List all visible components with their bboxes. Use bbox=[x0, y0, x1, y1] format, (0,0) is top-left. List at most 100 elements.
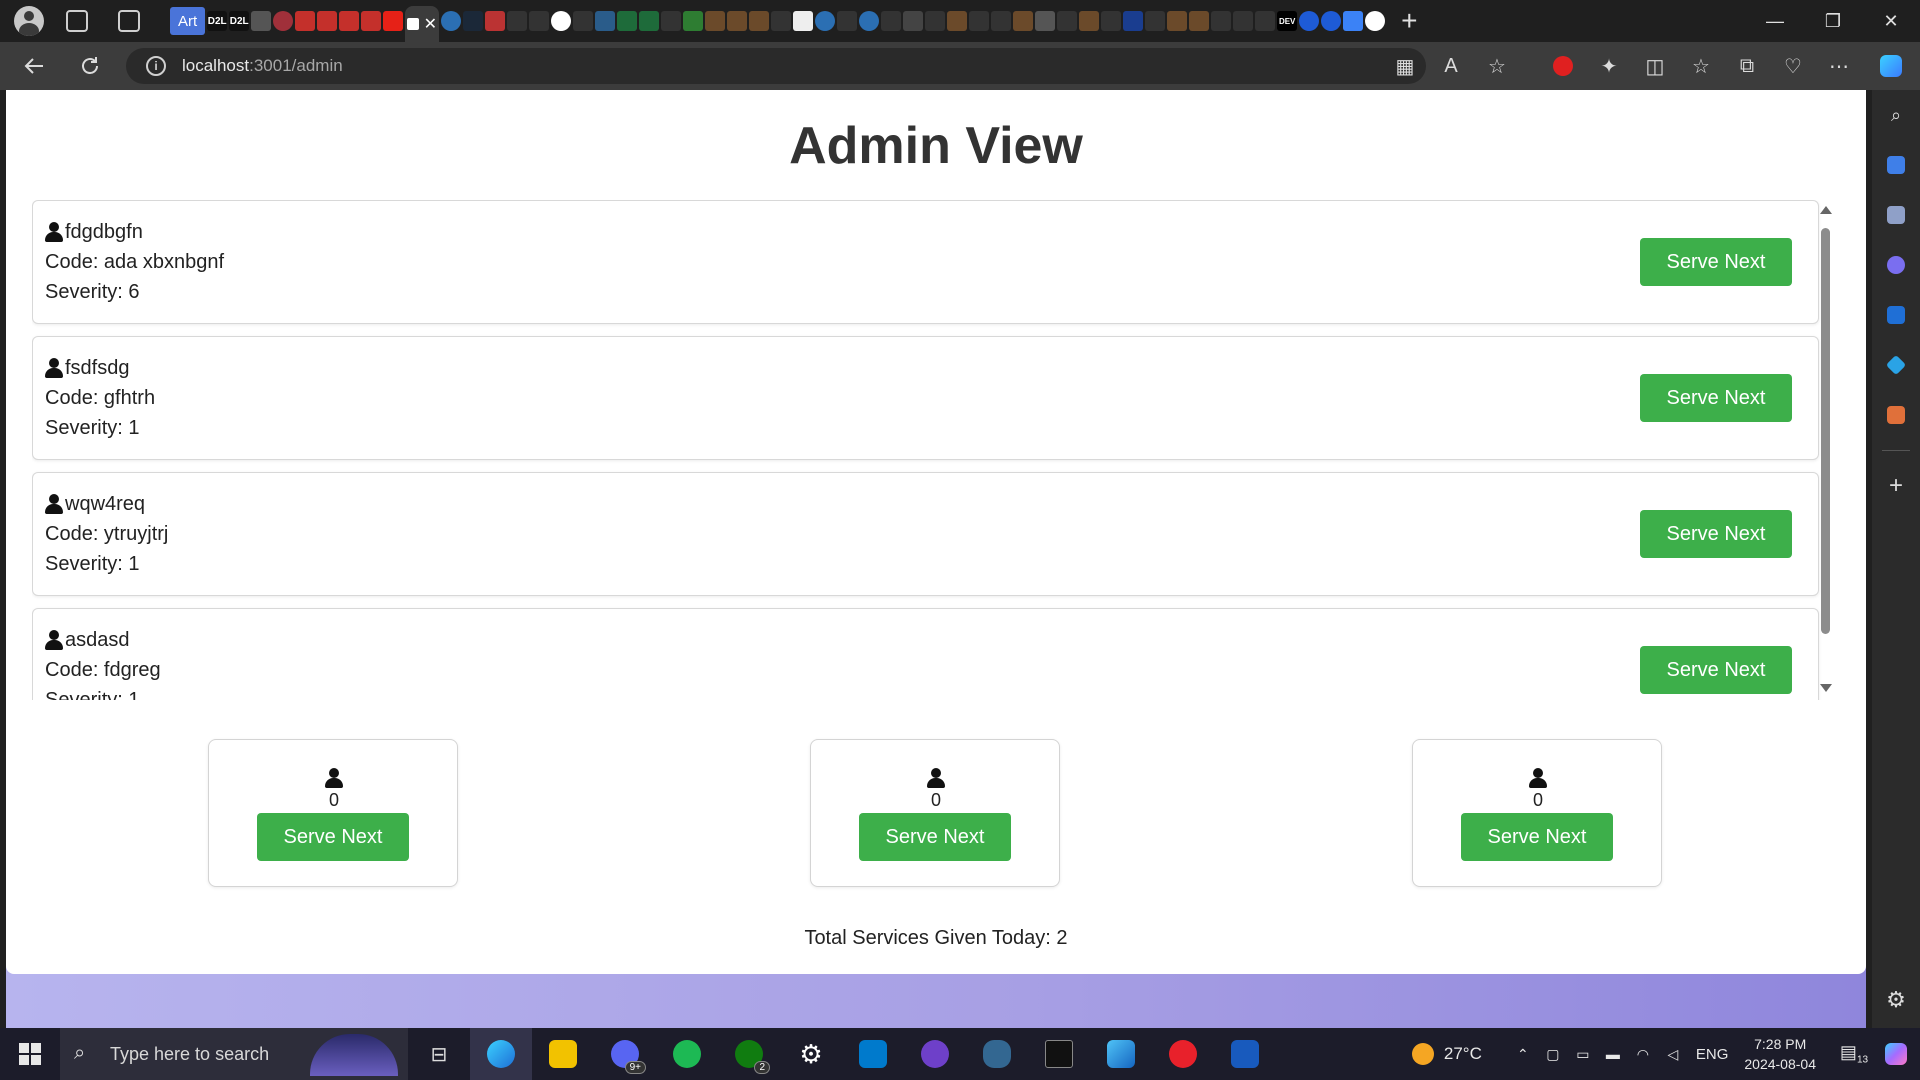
settings-more-icon[interactable]: ⋯ bbox=[1816, 42, 1862, 90]
favorites-icon[interactable]: ☆ bbox=[1678, 42, 1724, 90]
meet-now-icon[interactable]: ▢ bbox=[1538, 1046, 1568, 1063]
taskbar-settings[interactable]: ⚙ bbox=[780, 1028, 842, 1080]
tab-stackoverflow-8[interactable] bbox=[1189, 11, 1210, 31]
back-button[interactable] bbox=[14, 46, 54, 86]
tab-search-10[interactable] bbox=[1145, 11, 1166, 31]
tab-search-12[interactable] bbox=[1255, 11, 1276, 31]
sidebar-tools-icon[interactable] bbox=[1872, 390, 1920, 440]
split-screen-icon[interactable]: ◫ bbox=[1632, 42, 1678, 90]
weather-widget[interactable]: 27°C bbox=[1411, 1043, 1482, 1065]
tab-react-2[interactable] bbox=[815, 11, 836, 31]
taskbar-file-explorer[interactable] bbox=[532, 1028, 594, 1080]
reload-button[interactable] bbox=[70, 46, 110, 86]
sidebar-search-icon[interactable]: ⌕ bbox=[1872, 90, 1920, 140]
tab-youtube-5[interactable] bbox=[383, 11, 404, 31]
taskbar-spotify[interactable] bbox=[656, 1028, 718, 1080]
tab-youtube-1[interactable] bbox=[295, 11, 316, 31]
taskbar-word[interactable] bbox=[1214, 1028, 1276, 1080]
tab-generic-7[interactable] bbox=[639, 11, 660, 31]
sidebar-games-icon[interactable] bbox=[1872, 190, 1920, 240]
taskbar-postgres[interactable] bbox=[966, 1028, 1028, 1080]
tab-stackoverflow-2[interactable] bbox=[727, 11, 748, 31]
tab-admin-active[interactable]: ✕ bbox=[405, 6, 440, 42]
tab-search-6[interactable] bbox=[925, 11, 946, 31]
input-language[interactable]: ENG bbox=[1696, 1046, 1729, 1063]
tab-search-11[interactable] bbox=[1211, 11, 1232, 31]
favorite-star-icon[interactable]: ☆ bbox=[1474, 42, 1520, 90]
serve-next-button[interactable]: Serve Next bbox=[1640, 238, 1792, 286]
close-window-button[interactable]: ✕ bbox=[1862, 0, 1920, 42]
copilot-icon[interactable] bbox=[1862, 42, 1920, 90]
taskbar-discord[interactable]: 9+ bbox=[594, 1028, 656, 1080]
task-view-button[interactable]: ⊟ bbox=[408, 1028, 470, 1080]
serve-next-button[interactable]: Serve Next bbox=[1640, 646, 1792, 694]
tab-powershell[interactable] bbox=[1123, 11, 1144, 31]
extensions-icon[interactable]: ✦ bbox=[1586, 42, 1632, 90]
taskbar-edge[interactable] bbox=[470, 1028, 532, 1080]
sidebar-shopping-icon[interactable] bbox=[1872, 140, 1920, 190]
tab-generic-4[interactable] bbox=[529, 11, 550, 31]
counter-serve-next-button[interactable]: Serve Next bbox=[1461, 813, 1613, 861]
taskbar-app-red[interactable] bbox=[1152, 1028, 1214, 1080]
tab-generic-11[interactable] bbox=[969, 11, 990, 31]
new-tab-button[interactable]: + bbox=[1401, 5, 1417, 37]
counter-serve-next-button[interactable]: Serve Next bbox=[859, 813, 1011, 861]
adblock-stop-icon[interactable] bbox=[1540, 42, 1586, 90]
start-button[interactable] bbox=[0, 1028, 60, 1080]
scroll-up-arrow-icon[interactable] bbox=[1820, 206, 1832, 214]
sidebar-copilot-icon[interactable] bbox=[1872, 240, 1920, 290]
tab-close-icon[interactable]: ✕ bbox=[424, 14, 437, 34]
tab-youtube-2[interactable] bbox=[317, 11, 338, 31]
battery-icon[interactable]: ▬ bbox=[1598, 1046, 1628, 1062]
tab-stackoverflow-5[interactable] bbox=[1013, 11, 1034, 31]
serve-next-button[interactable]: Serve Next bbox=[1640, 510, 1792, 558]
tab-react-docs[interactable] bbox=[441, 11, 462, 31]
tab-grid[interactable] bbox=[1035, 11, 1056, 31]
tab-generic-8[interactable] bbox=[661, 11, 682, 31]
tab-generic-3[interactable] bbox=[485, 11, 506, 31]
read-aloud-icon[interactable]: A bbox=[1428, 42, 1474, 90]
tab-search-1[interactable] bbox=[507, 11, 528, 31]
tab-generic-9[interactable] bbox=[683, 11, 704, 31]
workspaces-icon[interactable] bbox=[66, 10, 88, 32]
tab-search-8[interactable] bbox=[1057, 11, 1078, 31]
tab-stackoverflow-7[interactable] bbox=[1167, 11, 1188, 31]
tab-search-9[interactable] bbox=[1101, 11, 1122, 31]
tab-chatgpt[interactable] bbox=[551, 11, 572, 31]
tab-art[interactable]: Art bbox=[170, 7, 206, 35]
queue-scrollbar[interactable] bbox=[1818, 200, 1832, 700]
tab-search-2[interactable] bbox=[573, 11, 594, 31]
tab-search-4[interactable] bbox=[837, 11, 858, 31]
sidebar-outlook-icon[interactable] bbox=[1872, 290, 1920, 340]
tab-react-3[interactable] bbox=[859, 11, 880, 31]
copilot-taskbar-button[interactable] bbox=[1872, 1028, 1920, 1080]
taskbar-xbox[interactable]: 2 bbox=[718, 1028, 780, 1080]
sidebar-add-icon[interactable]: + bbox=[1872, 461, 1920, 511]
tab-generic-5[interactable] bbox=[595, 11, 616, 31]
tab-stackoverflow-4[interactable] bbox=[947, 11, 968, 31]
display-icon[interactable]: ▭ bbox=[1568, 1046, 1598, 1063]
clock[interactable]: 7:28 PM 2024-08-04 bbox=[1744, 1034, 1816, 1074]
tab-search-3[interactable] bbox=[771, 11, 792, 31]
tab-stackoverflow-3[interactable] bbox=[749, 11, 770, 31]
maximize-button[interactable]: ❐ bbox=[1804, 0, 1862, 42]
taskbar-vscode[interactable] bbox=[842, 1028, 904, 1080]
tab-d2l-1[interactable]: D2L bbox=[207, 11, 228, 31]
queue-list[interactable]: fdgdbgfn Code: ada xbxnbgnf Severity: 6 … bbox=[32, 200, 1844, 700]
notification-center-icon[interactable]: ▤13 bbox=[1836, 1042, 1872, 1066]
tab-stackoverflow-1[interactable] bbox=[705, 11, 726, 31]
profile-avatar[interactable] bbox=[14, 6, 44, 36]
tab-search-14[interactable] bbox=[1321, 11, 1342, 31]
site-info-icon[interactable]: i bbox=[146, 56, 166, 76]
tab-youtube-4[interactable] bbox=[361, 11, 382, 31]
tab-search-7[interactable] bbox=[991, 11, 1012, 31]
serve-next-button[interactable]: Serve Next bbox=[1640, 374, 1792, 422]
wifi-icon[interactable]: ◠ bbox=[1628, 1046, 1658, 1063]
tab-generic-2[interactable] bbox=[273, 11, 294, 31]
tab-search-5[interactable] bbox=[881, 11, 902, 31]
tab-generic-12[interactable] bbox=[1233, 11, 1254, 31]
taskbar-github-desktop[interactable] bbox=[904, 1028, 966, 1080]
sidebar-settings-gear-icon[interactable]: ⚙ bbox=[1872, 980, 1920, 1020]
minimize-button[interactable]: — bbox=[1746, 0, 1804, 42]
tab-generic-1[interactable] bbox=[251, 11, 272, 31]
